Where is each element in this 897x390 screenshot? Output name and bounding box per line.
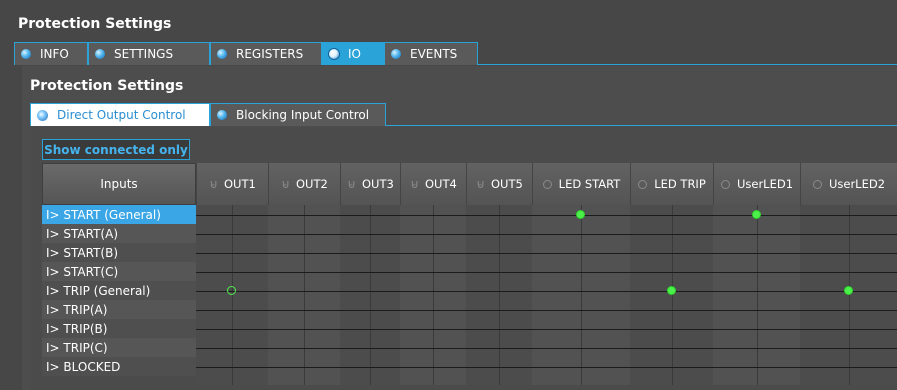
matrix-column-guide [849,205,850,385]
led-ring-icon [638,179,648,189]
led-ring-icon [720,179,730,189]
column-header-out1: ⊌ OUT1 [196,163,268,205]
column-header-userled2: UserLED2 [800,163,897,205]
led-icon [95,49,105,59]
relay-icon: ⊌ [209,177,218,191]
column-header-out5: ⊌ OUT5 [466,163,532,205]
matrix-row-line [196,348,897,349]
tab-label: IO [348,47,361,61]
connection-dot[interactable] [752,210,761,219]
matrix-column-guide [499,205,500,385]
column-header-out4: ⊌ OUT4 [400,163,466,205]
input-row-label[interactable]: I> BLOCKED [42,357,196,376]
tab-events[interactable]: EVENTS [384,42,478,65]
tab-info[interactable]: INFO [14,42,88,65]
relay-icon: ⊌ [476,177,485,191]
column-header-label: OUT5 [490,177,523,191]
tab-blocking-input-control[interactable]: Blocking Input Control [210,103,386,126]
connection-dot[interactable] [844,286,853,295]
connection-dot[interactable] [576,210,585,219]
column-header-label: UserLED1 [736,177,794,191]
led-icon [329,49,339,59]
tab-registers[interactable]: REGISTERS [210,42,322,65]
matrix-column-guide [757,205,758,385]
matrix-row-line [196,329,897,330]
connection-matrix [196,205,897,385]
tab-settings[interactable]: SETTINGS [88,42,210,65]
window-root: Protection Settings INFO SETTINGS REGIST… [0,0,897,390]
input-row-label[interactable]: I> TRIP(B) [42,319,196,338]
matrix-row-line [196,291,897,292]
tab-label: Direct Output Control [57,108,186,122]
tab-label: Blocking Input Control [236,108,370,122]
matrix-column-guide [581,205,582,385]
relay-icon: ⊌ [347,177,356,191]
tab-direct-output-control[interactable]: Direct Output Control [30,103,210,126]
tab-label: REGISTERS [236,47,304,61]
matrix-row-line [196,234,897,235]
inputs-column-header: Inputs [42,163,196,205]
input-row-label[interactable]: I> TRIP(A) [42,300,196,319]
matrix-column-guide [433,205,434,385]
connection-dot[interactable] [227,286,236,295]
matrix-row-line [196,310,897,311]
led-icon [21,49,31,59]
led-icon [217,110,227,120]
column-header-label: UserLED2 [828,177,886,191]
input-row-label[interactable]: I> START(B) [42,243,196,262]
led-ring-icon [812,179,822,189]
main-tab-bar: INFO SETTINGS REGISTERS IO EVENTS [14,42,897,65]
column-header-label: LED START [558,177,621,191]
input-row-label[interactable]: I> START(A) [42,224,196,243]
led-icon [391,49,401,59]
show-connected-only-button[interactable]: Show connected only [42,139,190,160]
matrix-row-line [196,215,897,216]
window-title: Protection Settings [18,16,172,32]
input-row-label[interactable]: I> START (General) [42,205,196,224]
column-header-label: OUT4 [424,177,457,191]
column-header-userled1: UserLED1 [713,163,800,205]
led-ring-icon [542,179,552,189]
relay-icon: ⊌ [281,177,290,191]
led-icon [217,49,227,59]
tab-label: INFO [40,47,69,61]
sub-tab-bar: Direct Output Control Blocking Input Con… [30,103,897,126]
matrix-row-line [196,272,897,273]
input-row-label[interactable]: I> START(C) [42,262,196,281]
relay-icon: ⊌ [410,177,419,191]
column-header-label: OUT1 [223,177,256,191]
matrix-column-guide [232,205,233,385]
connection-dot[interactable] [667,286,676,295]
led-icon [37,109,48,121]
column-header-out2: ⊌ OUT2 [268,163,340,205]
input-row-label[interactable]: I> TRIP(C) [42,338,196,357]
column-header-label: OUT3 [361,177,394,191]
column-header-label: OUT2 [295,177,328,191]
matrix-column-guide [672,205,673,385]
matrix-column-guide [370,205,371,385]
matrix-row-line [196,253,897,254]
tab-label: SETTINGS [114,47,174,61]
matrix-row-line [196,367,897,368]
tab-label: EVENTS [410,47,458,61]
matrix-column-guide [304,205,305,385]
column-header-out3: ⊌ OUT3 [340,163,400,205]
column-header-led-trip: LED TRIP [630,163,713,205]
input-row-label[interactable]: I> TRIP (General) [42,281,196,300]
matrix-header: Inputs ⊌ OUT1 ⊌ OUT2 ⊌ OUT3 ⊌ OUT4 ⊌ OUT5 LED STAR… [42,163,897,205]
column-header-label: LED TRIP [654,177,706,191]
panel-title: Protection Settings [30,78,184,94]
tab-io[interactable]: IO [322,42,384,65]
column-header-led-start: LED START [532,163,630,205]
